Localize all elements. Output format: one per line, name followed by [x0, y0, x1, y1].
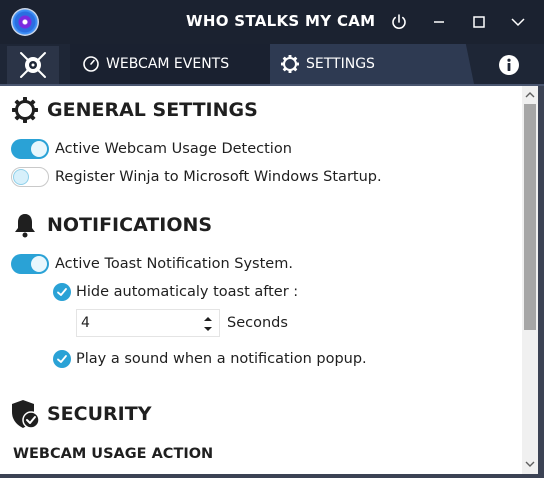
- webcam-usage-action-heading: WEBCAM USAGE ACTION: [13, 446, 214, 462]
- hide-seconds-value: 4: [81, 315, 90, 331]
- hide-seconds-stepper[interactable]: [203, 314, 213, 334]
- settings-panel: GENERAL SETTINGS Active Webcam Usage Det…: [0, 86, 544, 478]
- toast-toggle[interactable]: [11, 254, 49, 274]
- notifications-header: NOTIFICATIONS: [13, 212, 212, 238]
- startup-label: Register Winja to Microsoft Windows Star…: [55, 169, 382, 185]
- title-bar: WHO STALKS MY CAM: [0, 0, 544, 44]
- app-title: WHO STALKS MY CAM: [186, 12, 376, 30]
- shield-check-icon: [12, 400, 40, 429]
- webcam-detection-toggle[interactable]: [11, 139, 49, 159]
- minimize-button[interactable]: [424, 7, 454, 37]
- hide-toast-checkbox[interactable]: [53, 283, 71, 301]
- maximize-icon: [473, 16, 485, 28]
- info-icon: [499, 55, 519, 75]
- hide-toast-label: Hide automaticaly toast after :: [76, 284, 299, 300]
- sound-label: Play a sound when a notification popup.: [76, 351, 367, 367]
- timer-icon: [83, 56, 99, 72]
- startup-row: Register Winja to Microsoft Windows Star…: [11, 167, 382, 187]
- bell-icon: [15, 214, 35, 238]
- webcam-detection-label: Active Webcam Usage Detection: [55, 141, 292, 157]
- scrollbar-thumb[interactable]: [524, 104, 536, 330]
- startup-toggle[interactable]: [11, 167, 49, 187]
- chevron-up-icon: [525, 92, 535, 98]
- gear-icon: [281, 55, 299, 73]
- tab-settings-label: SETTINGS: [306, 56, 375, 72]
- toast-label: Active Toast Notification System.: [55, 256, 293, 272]
- sound-row: Play a sound when a notification popup.: [53, 350, 367, 368]
- notifications-title: NOTIFICATIONS: [47, 214, 213, 236]
- maximize-button[interactable]: [464, 7, 494, 37]
- general-settings-title: GENERAL SETTINGS: [47, 99, 258, 121]
- scroll-down-button[interactable]: [522, 457, 538, 471]
- toast-row: Active Toast Notification System.: [11, 254, 293, 274]
- chevron-down-icon: [525, 461, 535, 467]
- tab-webcam-events[interactable]: WEBCAM EVENTS: [70, 44, 270, 84]
- minimize-icon: [434, 21, 444, 23]
- tab-webcam-events-label: WEBCAM EVENTS: [106, 56, 230, 72]
- gear-icon: [12, 97, 38, 123]
- sound-checkbox[interactable]: [53, 350, 71, 368]
- security-title: SECURITY: [47, 403, 152, 425]
- chevron-down-icon: [511, 18, 525, 27]
- tab-logo[interactable]: [7, 46, 59, 84]
- power-icon: [392, 14, 406, 29]
- power-button[interactable]: [384, 7, 414, 37]
- scroll-up-button[interactable]: [522, 88, 538, 102]
- stepper-arrows-icon: [204, 317, 212, 331]
- webcam-logo-icon: [11, 8, 39, 36]
- window-border-right: [538, 86, 544, 478]
- window-border-bottom: [0, 474, 544, 478]
- tab-settings[interactable]: SETTINGS: [270, 44, 474, 84]
- info-button[interactable]: [497, 53, 521, 77]
- bug-webcam-icon: [20, 52, 46, 78]
- hide-toast-row: Hide automaticaly toast after :: [53, 283, 298, 301]
- checkmark-icon: [57, 355, 67, 363]
- tab-bar: WEBCAM EVENTS SETTINGS: [0, 44, 544, 86]
- hide-seconds-input[interactable]: 4: [76, 309, 220, 337]
- security-header: SECURITY: [10, 398, 151, 430]
- webcam-detection-row: Active Webcam Usage Detection: [11, 139, 292, 159]
- dropdown-button[interactable]: [503, 7, 533, 37]
- checkmark-icon: [57, 288, 67, 296]
- hide-seconds-unit: Seconds: [227, 315, 288, 331]
- general-settings-header: GENERAL SETTINGS: [11, 96, 258, 124]
